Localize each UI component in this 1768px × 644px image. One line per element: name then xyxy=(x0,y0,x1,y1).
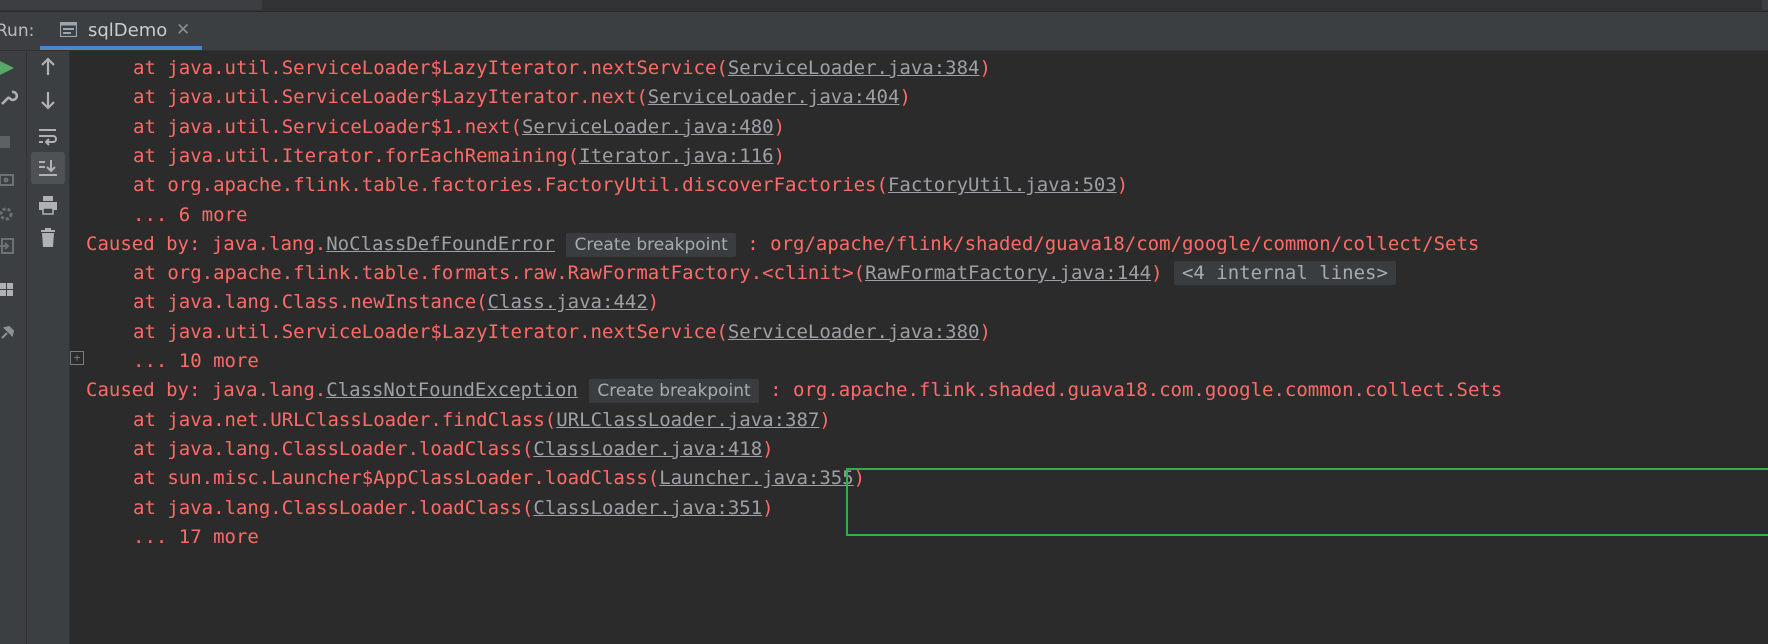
pin-icon[interactable] xyxy=(0,322,20,342)
line-suffix: : org.apache.flink.shaded.guava18.com.go… xyxy=(770,379,1503,402)
close-icon[interactable]: ✕ xyxy=(176,20,190,40)
camera-icon[interactable] xyxy=(0,169,20,189)
left-strip-toolbar xyxy=(0,51,27,644)
line-prefix: at org.apache.flink.table.formats.raw.Ra… xyxy=(133,262,866,285)
console-tab-icon xyxy=(60,22,77,37)
line-prefix: at java.util.Iterator.forEachRemaining( xyxy=(133,144,580,167)
stack-frame-line: at java.util.ServiceLoader$LazyIterator.… xyxy=(133,81,911,114)
line-prefix: at java.util.ServiceLoader$1.next( xyxy=(133,115,522,138)
run-tab-sqldemo[interactable]: sqlDemo ✕ xyxy=(40,12,202,50)
create-breakpoint-button[interactable]: Create breakpoint xyxy=(566,232,736,257)
stack-frame-line: at org.apache.flink.table.formats.raw.Ra… xyxy=(133,257,1396,290)
source-link[interactable]: Iterator.java:116 xyxy=(579,145,773,167)
line-suffix: ) xyxy=(773,144,786,167)
source-link[interactable]: ClassLoader.java:418 xyxy=(533,438,762,460)
source-link[interactable]: ServiceLoader.java:404 xyxy=(648,86,900,108)
line-suffix: ) xyxy=(647,291,660,314)
line-prefix: Caused by: java.lang. xyxy=(86,379,327,402)
top-strip-segment xyxy=(262,0,1762,10)
line-prefix: at java.lang.ClassLoader.loadClass( xyxy=(133,496,534,519)
wrench-icon[interactable] xyxy=(0,88,20,108)
run-label: Run: xyxy=(0,21,35,41)
line-suffix: ) xyxy=(1116,174,1129,197)
exception-class-link[interactable]: NoClassDefFoundError xyxy=(326,233,555,255)
caused-by-line: Caused by: java.lang.NoClassDefFoundErro… xyxy=(86,228,1479,261)
highlight-box xyxy=(846,468,1768,536)
stack-frame-line: at java.net.URLClassLoader.findClass(URL… xyxy=(133,404,831,437)
tab-active-underline xyxy=(40,46,202,50)
line-prefix: at java.net.URLClassLoader.findClass( xyxy=(133,408,557,431)
stack-frame-line: at java.util.ServiceLoader$LazyIterator.… xyxy=(133,316,991,349)
more-frames-text: ... 6 more xyxy=(133,203,248,226)
line-prefix: at java.util.ServiceLoader$LazyIterator.… xyxy=(133,86,648,109)
stack-frame-line: at sun.misc.Launcher$AppClassLoader.load… xyxy=(133,462,865,495)
source-link[interactable]: ServiceLoader.java:380 xyxy=(728,321,980,343)
line-suffix: ) xyxy=(979,57,991,79)
source-link[interactable]: URLClassLoader.java:387 xyxy=(556,409,819,431)
run-header: Run: sqlDemo ✕ xyxy=(0,12,1768,51)
soft-wrap-icon[interactable] xyxy=(31,120,65,152)
run-tab-label: sqlDemo xyxy=(88,20,168,41)
stack-frame-line: at java.lang.ClassLoader.loadClass(Class… xyxy=(133,492,774,525)
source-link[interactable]: ServiceLoader.java:384 xyxy=(728,57,980,79)
caused-by-line: Caused by: java.lang.ClassNotFoundExcept… xyxy=(86,374,1502,407)
console-output[interactable]: + at java.util.ServiceLoader$LazyIterato… xyxy=(70,51,1768,644)
stack-frame-line: at java.util.Iterator.forEachRemaining(I… xyxy=(133,140,785,173)
stack-frame-line: at java.lang.ClassLoader.loadClass(Class… xyxy=(133,433,774,466)
line-suffix: ) xyxy=(899,86,911,109)
source-link[interactable]: Class.java:442 xyxy=(488,291,648,313)
source-link[interactable]: ClassLoader.java:351 xyxy=(533,497,762,519)
top-strip xyxy=(0,0,1768,11)
arrow-up-icon[interactable] xyxy=(31,51,65,83)
login-icon[interactable] xyxy=(0,236,20,256)
create-breakpoint-button[interactable]: Create breakpoint xyxy=(589,379,759,404)
more-frames-line: ... 6 more xyxy=(133,199,247,232)
line-suffix: ) xyxy=(762,496,774,519)
line-prefix: Caused by: java.lang. xyxy=(86,232,327,255)
console-toolbar xyxy=(27,51,70,644)
line-prefix: at java.lang.Class.newInstance( xyxy=(133,291,488,314)
line-suffix: ) xyxy=(1151,262,1163,285)
source-link[interactable]: Launcher.java:355 xyxy=(659,467,853,489)
line-suffix: ) xyxy=(819,408,831,431)
internal-lines-fold[interactable]: <4 internal lines> xyxy=(1173,261,1396,286)
more-frames-line: ... 10 more xyxy=(133,345,259,378)
settings-icon[interactable] xyxy=(0,204,20,224)
source-link[interactable]: RawFormatFactory.java:144 xyxy=(865,262,1151,284)
print-icon[interactable] xyxy=(31,189,65,221)
line-suffix: ) xyxy=(762,437,774,460)
source-link[interactable]: ServiceLoader.java:480 xyxy=(522,116,774,138)
stack-frame-line: at java.util.ServiceLoader$1.next(Servic… xyxy=(133,111,785,144)
line-suffix: : org/apache/flink/shaded/guava18/com/go… xyxy=(747,232,1480,255)
run-icon[interactable] xyxy=(0,58,20,78)
arrow-down-icon[interactable] xyxy=(31,84,65,116)
more-frames-text: ... 17 more xyxy=(133,525,259,548)
more-frames-text: ... 10 more xyxy=(133,350,259,372)
stop-icon[interactable] xyxy=(0,133,20,153)
stack-frame-line: at java.lang.Class.newInstance(Class.jav… xyxy=(133,286,659,319)
line-prefix: at java.util.ServiceLoader$LazyIterator.… xyxy=(133,320,728,343)
stack-frame-line: at org.apache.flink.table.factories.Fact… xyxy=(133,169,1128,202)
line-prefix: at org.apache.flink.table.factories.Fact… xyxy=(133,174,888,197)
source-link[interactable]: FactoryUtil.java:503 xyxy=(888,174,1117,196)
line-suffix: ) xyxy=(773,115,786,138)
more-frames-line: ... 17 more xyxy=(133,521,259,554)
line-suffix: ) xyxy=(979,320,991,343)
exception-class-link[interactable]: ClassNotFoundException xyxy=(326,379,578,401)
stack-frame-line: at java.util.ServiceLoader$LazyIterator.… xyxy=(133,52,991,85)
expand-fold-icon[interactable]: + xyxy=(70,351,84,365)
scroll-to-end-icon[interactable] xyxy=(31,152,65,184)
layout-icon[interactable] xyxy=(0,280,20,300)
trash-icon[interactable] xyxy=(31,222,65,254)
line-prefix: at java.lang.ClassLoader.loadClass( xyxy=(133,437,534,460)
line-prefix: at java.util.ServiceLoader$LazyIterator.… xyxy=(133,57,728,79)
line-prefix: at sun.misc.Launcher$AppClassLoader.load… xyxy=(133,467,660,490)
